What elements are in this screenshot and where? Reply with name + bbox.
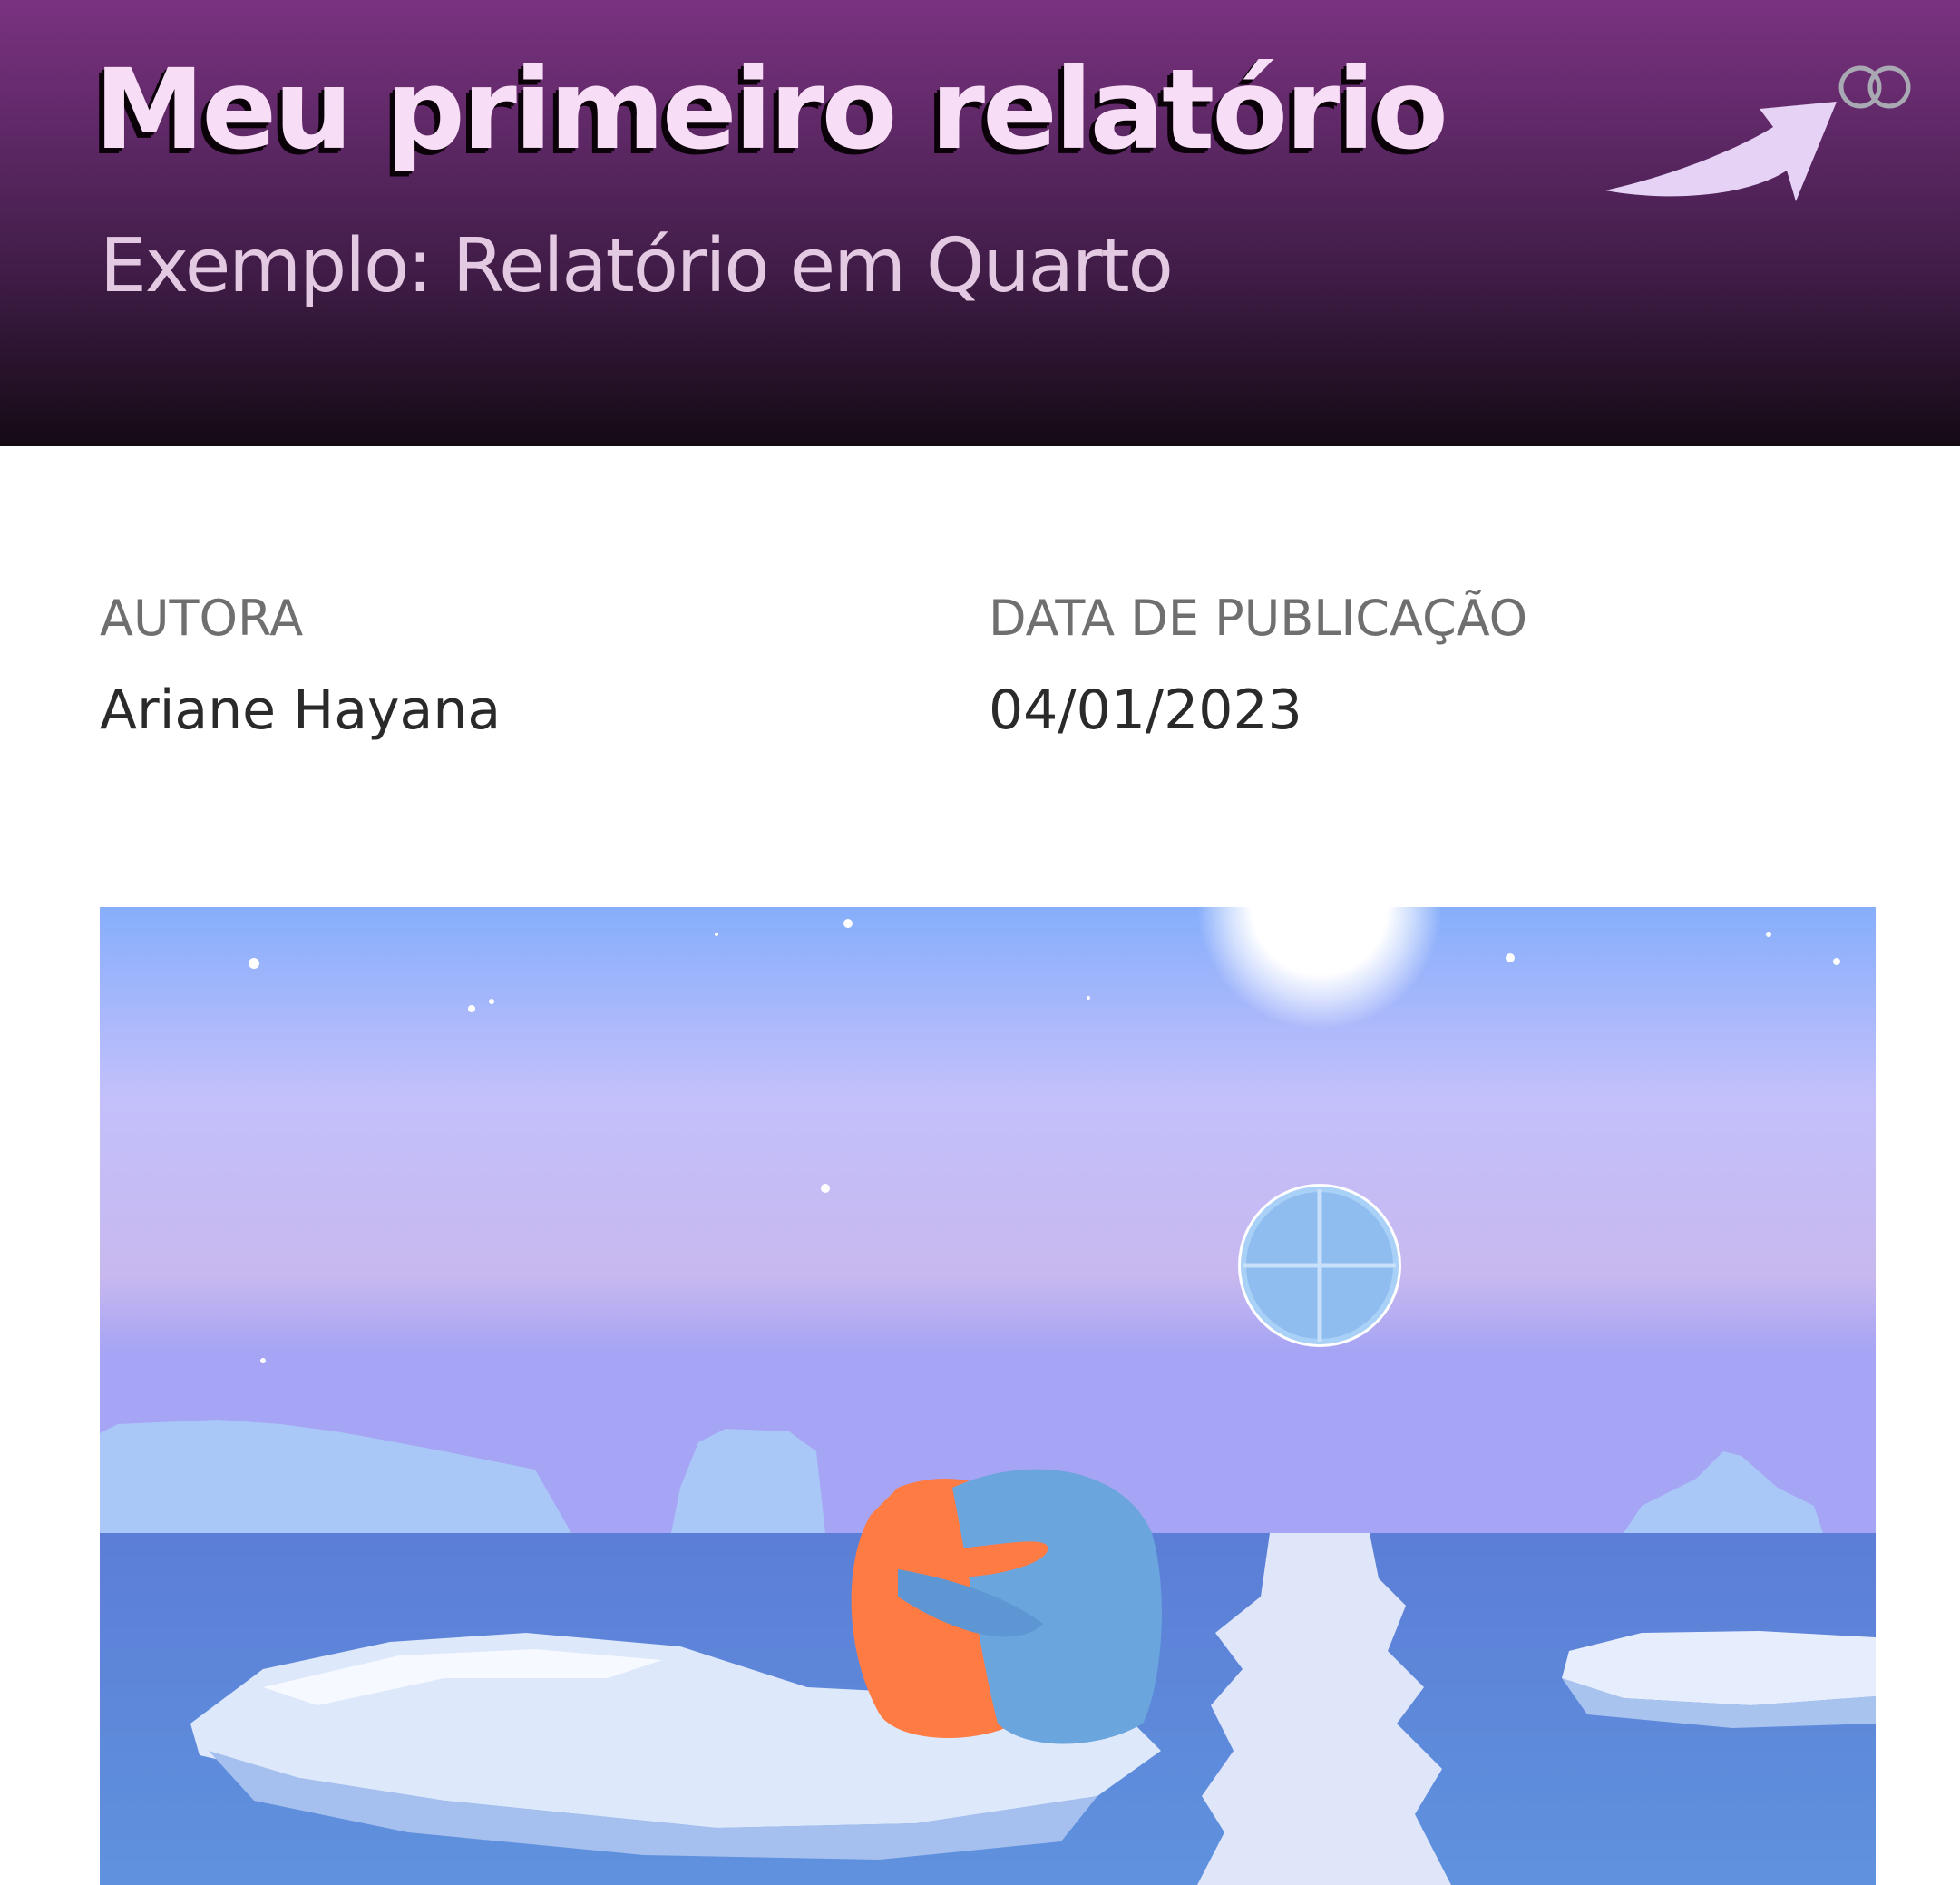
title-banner: Meu primeiro relatório Exemplo: Relatóri… <box>0 0 1960 446</box>
date-label: DATA DE PUBLICAÇÃO <box>989 590 1528 647</box>
author-label: AUTORA <box>100 590 304 647</box>
ice-floe-right <box>1562 1631 1876 1728</box>
penguins-hugging <box>851 1469 1162 1744</box>
publication-date: 04/01/2023 <box>989 679 1302 742</box>
toggle-icon[interactable] <box>1837 62 1915 112</box>
page-subtitle: Exemplo: Relatório em Quarto <box>100 223 1174 309</box>
annotation-arrow-icon <box>1605 102 1837 201</box>
page-title: Meu primeiro relatório <box>94 45 1448 174</box>
author-name: Ariane Hayana <box>100 679 502 742</box>
hero-illustration <box>100 907 1876 1885</box>
